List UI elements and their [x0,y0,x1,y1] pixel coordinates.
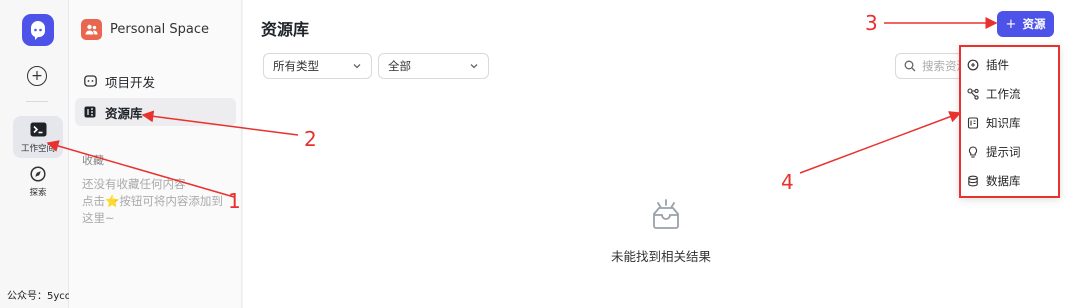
secondary-sidebar: Personal Space 项目开发 资源库 收藏 还没有收藏任何内容 点击⭐… [69,0,242,308]
create-plus-icon[interactable]: + [27,66,47,86]
menu-item-label: 提示词 [986,145,1021,159]
menu-item-label: 数据库 [986,174,1021,188]
menu-item-workflow[interactable]: 工作流 [967,83,1053,105]
favorites-empty-line: 还没有收藏任何内容 [82,177,186,191]
database-icon [967,175,979,187]
left-rail: + 工作空间 探索 [0,0,69,308]
chevron-down-icon [353,64,361,69]
compass-icon [29,165,47,183]
nav-item-library[interactable]: 资源库 [75,98,236,126]
annotation-number-2: 2 [304,127,317,151]
page-title: 资源库 [261,20,310,39]
rail-item-workspace[interactable]: 工作空间 [13,116,63,158]
empty-state-text: 未能找到相关结果 [611,249,712,264]
search-input[interactable]: 搜索资源 [895,53,961,79]
rail-divider [26,101,48,102]
annotation-number-1: 1 [228,189,241,213]
type-filter-value: 所有类型 [273,59,319,73]
space-avatar-icon [81,19,102,40]
rail-item-label: 探索 [29,187,47,198]
favorites-title: 收藏 [82,154,104,167]
add-resource-button[interactable]: + 资源 [997,11,1054,37]
favorites-empty-line: 这里~ [82,211,115,225]
plugin-icon [967,59,979,71]
menu-item-prompt[interactable]: 提示词 [967,141,1053,163]
knowledge-icon [967,117,979,129]
menu-item-label: 插件 [986,58,1009,72]
workspace-terminal-icon [29,121,47,139]
plus-icon: + [1005,16,1017,32]
menu-item-database[interactable]: 数据库 [967,170,1053,192]
space-switcher[interactable]: Personal Space [81,19,209,40]
favorites-empty-line: 点击⭐按钮可将内容添加到 [82,194,223,208]
project-icon [83,74,97,88]
scope-filter-select[interactable]: 全部 [378,53,489,79]
menu-item-label: 工作流 [986,87,1021,101]
prompt-icon [967,146,979,158]
empty-inbox-icon [653,199,679,229]
space-name: Personal Space [110,22,210,37]
chevron-down-icon [470,64,478,69]
main-panel: 资源库 所有类型 全部 搜索资源 + 资源 插件 工作流 [243,0,1080,308]
nav-item-label: 项目开发 [105,74,156,90]
workflow-icon [967,88,979,100]
search-placeholder: 搜索资源 [922,59,961,73]
menu-item-label: 知识库 [986,116,1021,130]
menu-item-knowledge[interactable]: 知识库 [967,112,1053,134]
app-logo-icon[interactable] [22,14,54,46]
scope-filter-value: 全部 [388,59,411,73]
library-icon [83,105,97,119]
annotation-number-3: 3 [865,11,878,35]
nav-item-project[interactable]: 项目开发 [75,67,236,95]
favorites-empty-text: 还没有收藏任何内容 点击⭐按钮可将内容添加到 这里~ [82,176,252,227]
add-resource-menu: 插件 工作流 知识库 提示词 数据库 [959,45,1060,198]
search-icon [904,60,916,72]
annotation-number-4: 4 [781,170,794,194]
type-filter-select[interactable]: 所有类型 [263,53,372,79]
rail-item-explore[interactable]: 探索 [13,160,63,202]
nav-item-label: 资源库 [105,105,143,121]
rail-item-label: 工作空间 [20,143,55,154]
menu-item-plugin[interactable]: 插件 [967,54,1053,76]
add-resource-label: 资源 [1022,17,1046,31]
